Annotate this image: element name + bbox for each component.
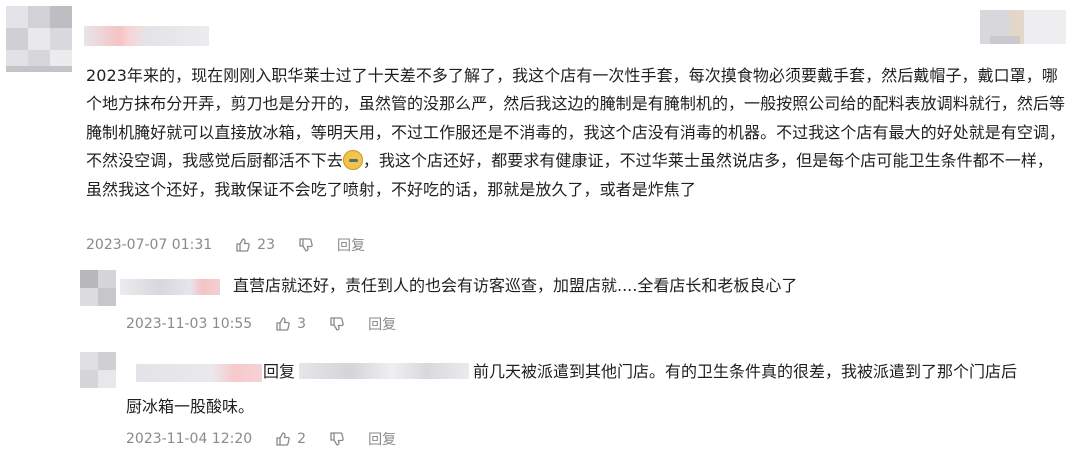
comment-body: 2023年来的，现在刚刚入职华莱士过了十天差不多了解了，我这个店有一次性手套，每… [86,62,1068,204]
username-blurred[interactable] [84,26,209,46]
sweat-smile-emoji-icon [342,150,363,171]
reply-username-blurred[interactable] [136,364,262,382]
reply-prefix: 回复 [263,362,296,381]
reply-text: 直营店就还好，责任到人的也会有访客巡查，加盟店就....全看店长和老板良心了 [233,276,798,295]
avatar[interactable] [6,6,72,72]
thumbs-down-icon[interactable] [328,430,346,448]
reply-timestamp: 2023-11-03 10:55 [126,316,253,332]
comment-meta: 2023-07-07 01:31 23 回复 [86,235,365,255]
reply-text-line2: 厨冰箱一股酸味。 [126,397,255,416]
reply-body-continued: 厨冰箱一股酸味。 [126,393,254,421]
reply-meta: 2023-11-03 10:55 3 回复 [126,314,396,334]
reply-button[interactable]: 回复 [337,235,365,255]
reply-username-blurred[interactable] [120,279,220,295]
thumbs-up-icon[interactable] [274,430,292,448]
comment-timestamp: 2023-07-07 01:31 [86,237,213,253]
mentioned-username-blurred[interactable] [299,363,470,379]
reply-avatar[interactable] [80,270,116,306]
thumbs-down-icon[interactable] [328,315,346,333]
thumbs-down-icon[interactable] [297,236,315,254]
like-count: 23 [257,237,275,253]
reply-button[interactable]: 回复 [368,429,396,449]
reply-avatar[interactable] [80,352,116,388]
like-count: 2 [297,431,307,447]
reply-text-line1: 前几天被派遣到其他门店。有的卫生条件真的很差，我被派遣到了那个门店后 [473,362,1018,381]
like-count: 3 [297,316,307,332]
reply-button[interactable]: 回复 [368,314,396,334]
thumbnail-image[interactable] [980,10,1066,44]
thumbs-up-icon[interactable] [274,315,292,333]
reply-timestamp: 2023-11-04 12:20 [126,431,253,447]
reply-body: 回复 前几天被派遣到其他门店。有的卫生条件真的很差，我被派遣到了那个门店后 [263,358,1017,386]
reply-meta: 2023-11-04 12:20 2 回复 [126,429,396,449]
thumbs-up-icon[interactable] [234,236,252,254]
reply-body: 直营店就还好，责任到人的也会有访客巡查，加盟店就....全看店长和老板良心了 [233,272,797,300]
